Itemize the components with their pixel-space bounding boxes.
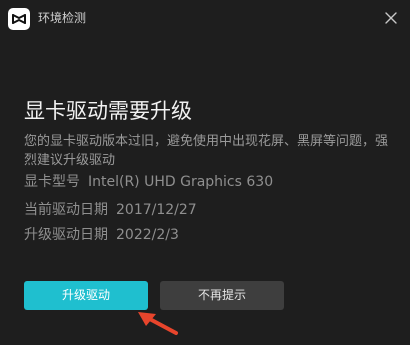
gpu-model-value: Intel(R) UHD Graphics 630 (88, 174, 274, 190)
dialog-headline: 显卡驱动需要升级 (24, 99, 192, 123)
environment-check-dialog: 环境检测 显卡驱动需要升级 您的显卡驱动版本过旧，避免使用中出现花屏、黑屏等问题… (0, 0, 410, 345)
close-icon (385, 12, 397, 24)
upgrade-driver-date-label: 升级驱动日期 (24, 227, 108, 243)
dialog-description: 您的显卡驱动版本过旧，避免使用中出现花屏、黑屏等问题，强烈建议升级驱动 (24, 134, 389, 168)
window-title: 环境检测 (38, 11, 87, 25)
gpu-model-row: 显卡型号 Intel(R) UHD Graphics 630 (24, 173, 273, 191)
close-button[interactable] (382, 9, 400, 27)
gpu-model-label: 显卡型号 (24, 174, 80, 190)
upgrade-driver-date-value: 2022/2/3 (116, 227, 179, 243)
current-driver-date-label: 当前驱动日期 (24, 202, 108, 218)
annotation-arrow-icon (138, 312, 178, 335)
upgrade-driver-button[interactable]: 升级驱动 (24, 281, 148, 310)
current-driver-date-value: 2017/12/27 (116, 202, 197, 218)
capcut-logo-icon (8, 8, 30, 30)
title-bar: 环境检测 (0, 0, 410, 36)
upgrade-driver-date-row: 升级驱动日期 2022/2/3 (24, 226, 179, 244)
current-driver-date-row: 当前驱动日期 2017/12/27 (24, 201, 197, 219)
